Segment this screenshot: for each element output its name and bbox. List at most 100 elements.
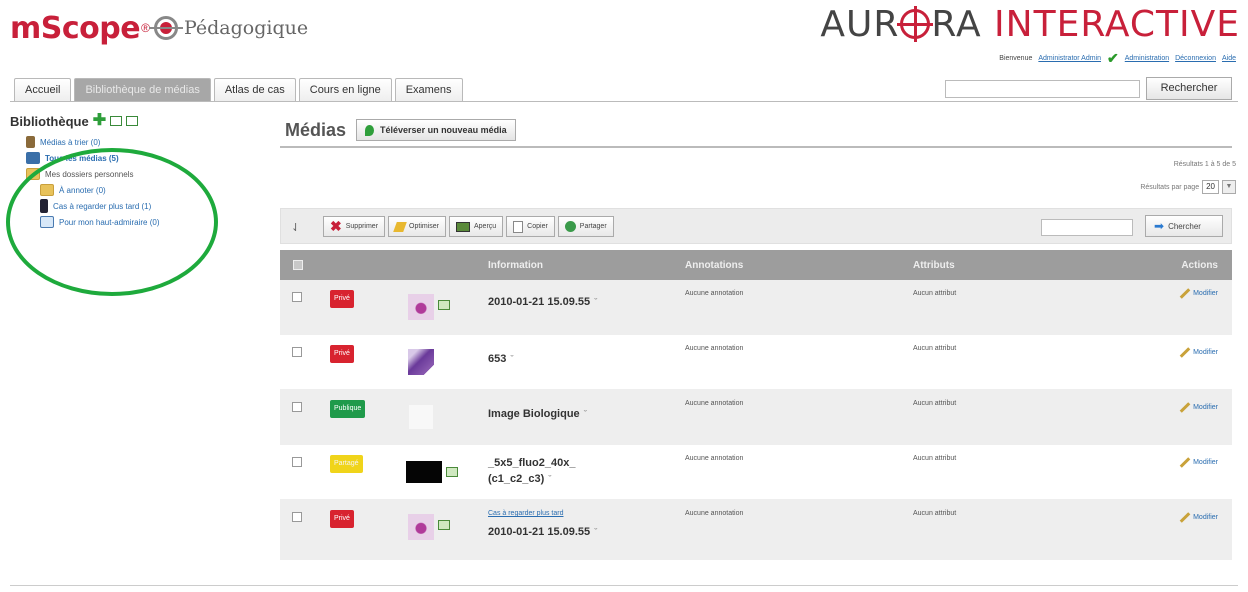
tree-icon[interactable] (126, 116, 139, 126)
media-toolbar: ⇃ ✖ Supprimer Optimiser Aperçu Copier Par… (280, 208, 1232, 244)
edit-button[interactable]: Modifier (1179, 457, 1218, 468)
user-bar: Bienvenue Administrator Admin ✔ Administ… (999, 50, 1236, 67)
top-search-button[interactable]: Rechercher (1146, 77, 1232, 100)
media-title[interactable]: Image Biologique ˇ (488, 408, 587, 420)
tab-exams[interactable]: Examens (394, 78, 463, 101)
row-checkbox[interactable] (292, 512, 302, 522)
table-header: Information Annotations Attributs Action… (280, 250, 1232, 280)
table-row: Publique Image Biologique ˇ Aucune annota… (280, 390, 1232, 445)
sort-icon[interactable]: ⇃ (291, 221, 300, 234)
col-annotations[interactable]: Annotations (685, 260, 743, 271)
pencil-icon (1179, 347, 1191, 358)
pencil-icon (1179, 457, 1191, 468)
highlight-circle (6, 148, 218, 296)
edit-label: Modifier (1193, 290, 1218, 297)
row-checkbox[interactable] (292, 402, 302, 412)
col-actions: Actions (1181, 260, 1218, 271)
tick-mark: ˇ (594, 297, 598, 307)
col-attributes[interactable]: Attributs (913, 260, 955, 271)
media-title[interactable]: 653 ˇ (488, 353, 513, 365)
edit-button[interactable]: Modifier (1179, 402, 1218, 413)
trash-icon (26, 136, 35, 148)
tab-accueil[interactable]: Accueil (14, 78, 72, 101)
preview-button[interactable]: Aperçu (448, 216, 504, 237)
optimize-button[interactable]: Optimiser (388, 216, 446, 237)
attributes-cell: Aucun attribut (913, 510, 957, 517)
row-checkbox[interactable] (292, 347, 302, 357)
share-label: Partager (579, 223, 607, 230)
user-link[interactable]: Administrator Admin (1038, 55, 1101, 62)
tab-case-atlas[interactable]: Atlas de cas (213, 78, 296, 101)
preview-label: Aperçu (473, 223, 497, 230)
media-thumbnail[interactable] (408, 294, 434, 320)
col-information[interactable]: Information (488, 260, 543, 271)
media-title[interactable]: _5x5_fluo2_40x_ (488, 457, 575, 469)
admin-link[interactable]: Administration (1125, 55, 1169, 62)
media-title[interactable]: 2010-01-21 15.09.55 ˇ (488, 296, 597, 308)
media-search-input[interactable] (1041, 219, 1133, 236)
media-title-text: 2010-01-21 15.09.55 (488, 296, 591, 308)
media-title[interactable]: 2010-01-21 15.09.55 ˇ (488, 526, 597, 538)
table-row: Privé 2010-01-21 15.09.55 ˇ Aucune annota… (280, 280, 1232, 335)
header-divider (280, 146, 1232, 148)
row-checkbox[interactable] (292, 457, 302, 467)
arrow-right-icon: ➡ (1154, 219, 1165, 233)
edit-button[interactable]: Modifier (1179, 347, 1218, 358)
folder-link[interactable]: Cas à regarder plus tard (488, 510, 563, 517)
book-icon (26, 152, 40, 164)
media-thumbnail[interactable] (408, 514, 434, 540)
tab-online-courses[interactable]: Cours en ligne (298, 78, 392, 101)
media-header: Médias Téléverser un nouveau média (285, 119, 516, 141)
status-badge: Privé (330, 290, 354, 308)
aurora-text-1: AUR (820, 4, 900, 45)
welcome-text: Bienvenue (999, 55, 1033, 62)
chevron-down-icon[interactable]: ▼ (1222, 180, 1236, 194)
per-page-select[interactable]: 20 (1202, 180, 1219, 194)
logout-link[interactable]: Déconnexion (1175, 55, 1216, 62)
tick-mark: ˇ (583, 409, 587, 419)
edit-label: Modifier (1193, 514, 1218, 521)
image-type-icon (446, 467, 458, 477)
table-row: Privé Cas à regarder plus tard 2010-01-2… (280, 500, 1232, 560)
main-tabs: Accueil Bibliothèque de médias Atlas de … (14, 78, 463, 101)
tab-divider (10, 101, 1238, 102)
tab-media-library[interactable]: Bibliothèque de médias (74, 78, 211, 101)
copy-button[interactable]: Copier (506, 216, 555, 237)
tree-item-label: Médias à trier (0) (40, 137, 101, 147)
tree-item-to-sort[interactable]: Médias à trier (0) (10, 134, 260, 150)
media-thumbnail[interactable] (408, 404, 434, 430)
tick-mark: ˇ (548, 474, 552, 484)
media-title-line2[interactable]: (c1_c2_c3) ˇ (488, 473, 551, 485)
annotations-cell: Aucune annotation (685, 400, 744, 407)
collapse-icon[interactable] (110, 116, 123, 126)
edit-label: Modifier (1193, 404, 1218, 411)
top-search-input[interactable] (945, 80, 1140, 98)
edit-label: Modifier (1193, 459, 1218, 466)
delete-button[interactable]: ✖ Supprimer (323, 216, 386, 237)
pencil-icon (1179, 288, 1191, 299)
media-title-text: Image Biologique (488, 408, 580, 420)
attributes-cell: Aucun attribut (913, 290, 957, 297)
edit-button[interactable]: Modifier (1179, 512, 1218, 523)
table-row: Privé 653 ˇ Aucune annotation Aucun attri… (280, 335, 1232, 390)
annotations-cell: Aucune annotation (685, 510, 744, 517)
status-badge: Publique (330, 400, 366, 418)
add-folder-icon[interactable]: ✚ (93, 113, 106, 129)
media-title-text: 2010-01-21 15.09.55 (488, 526, 591, 538)
media-title-text: (c1_c2_c3) (488, 473, 545, 485)
edit-button[interactable]: Modifier (1179, 288, 1218, 299)
attributes-cell: Aucun attribut (913, 455, 957, 462)
row-checkbox[interactable] (292, 292, 302, 302)
delete-label: Supprimer (345, 223, 379, 230)
image-type-icon (438, 520, 450, 530)
attributes-cell: Aucun attribut (913, 345, 957, 352)
aurora-text-2: RA (931, 4, 982, 45)
upload-media-button[interactable]: Téléverser un nouveau média (356, 119, 516, 141)
help-link[interactable]: Aide (1222, 55, 1236, 62)
media-thumbnail[interactable] (408, 349, 434, 375)
media-search-button[interactable]: ➡ Chercher (1145, 215, 1223, 237)
delete-icon: ✖ (330, 218, 342, 234)
media-thumbnail[interactable] (406, 461, 442, 483)
select-all-checkbox[interactable] (293, 260, 303, 270)
share-button[interactable]: Partager (557, 216, 614, 237)
